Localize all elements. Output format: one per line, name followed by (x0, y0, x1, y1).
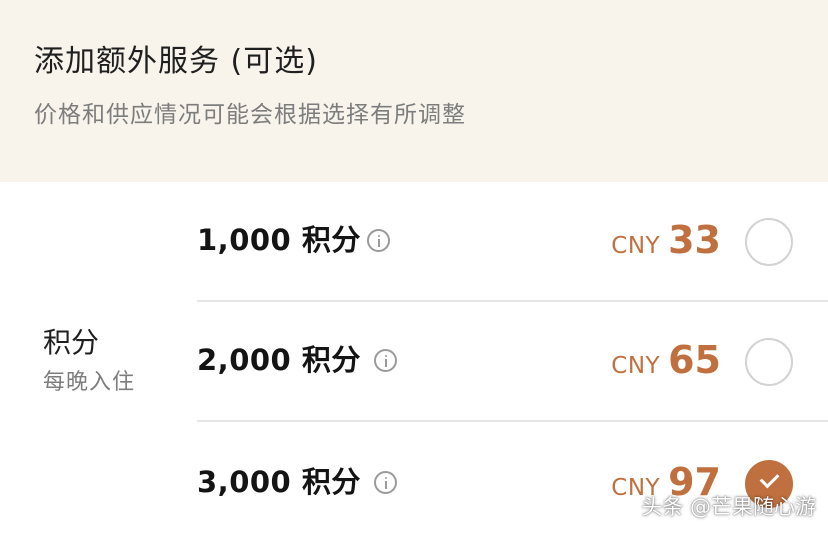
price-currency: CNY (611, 353, 661, 379)
page-header: 添加额外服务 (可选) 价格和供应情况可能会根据选择有所调整 (0, 0, 828, 182)
option-label: 2,000 积分 (197, 343, 361, 377)
info-icon[interactable] (367, 229, 390, 252)
option-price: CNY 65 (611, 332, 721, 388)
option-price: CNY 33 (611, 212, 721, 268)
points-option-2000[interactable]: 2,000 积分 CNY 65 (197, 302, 828, 422)
points-option-3000[interactable]: 3,000 积分 CNY 97 (197, 424, 828, 544)
info-icon[interactable] (374, 471, 397, 494)
info-icon[interactable] (374, 349, 397, 372)
price-amount: 33 (668, 218, 721, 262)
page-title: 添加额外服务 (可选) (34, 44, 318, 79)
category-title: 积分 (43, 326, 100, 359)
points-option-1000[interactable]: 1,000 积分 CNY 33 (197, 182, 828, 302)
price-currency: CNY (611, 233, 661, 259)
price-amount: 65 (668, 338, 721, 382)
option-label: 3,000 积分 (197, 465, 361, 499)
page-subtitle: 价格和供应情况可能会根据选择有所调整 (34, 102, 466, 128)
option-radio-button[interactable] (745, 338, 793, 386)
category-subtitle: 每晚入住 (43, 370, 136, 395)
option-label: 1,000 积分 (197, 223, 361, 257)
watermark: 头条 @芒果随心游 (641, 495, 816, 519)
points-category: 积分 每晚入住 (43, 324, 183, 398)
option-radio-button[interactable] (745, 218, 793, 266)
